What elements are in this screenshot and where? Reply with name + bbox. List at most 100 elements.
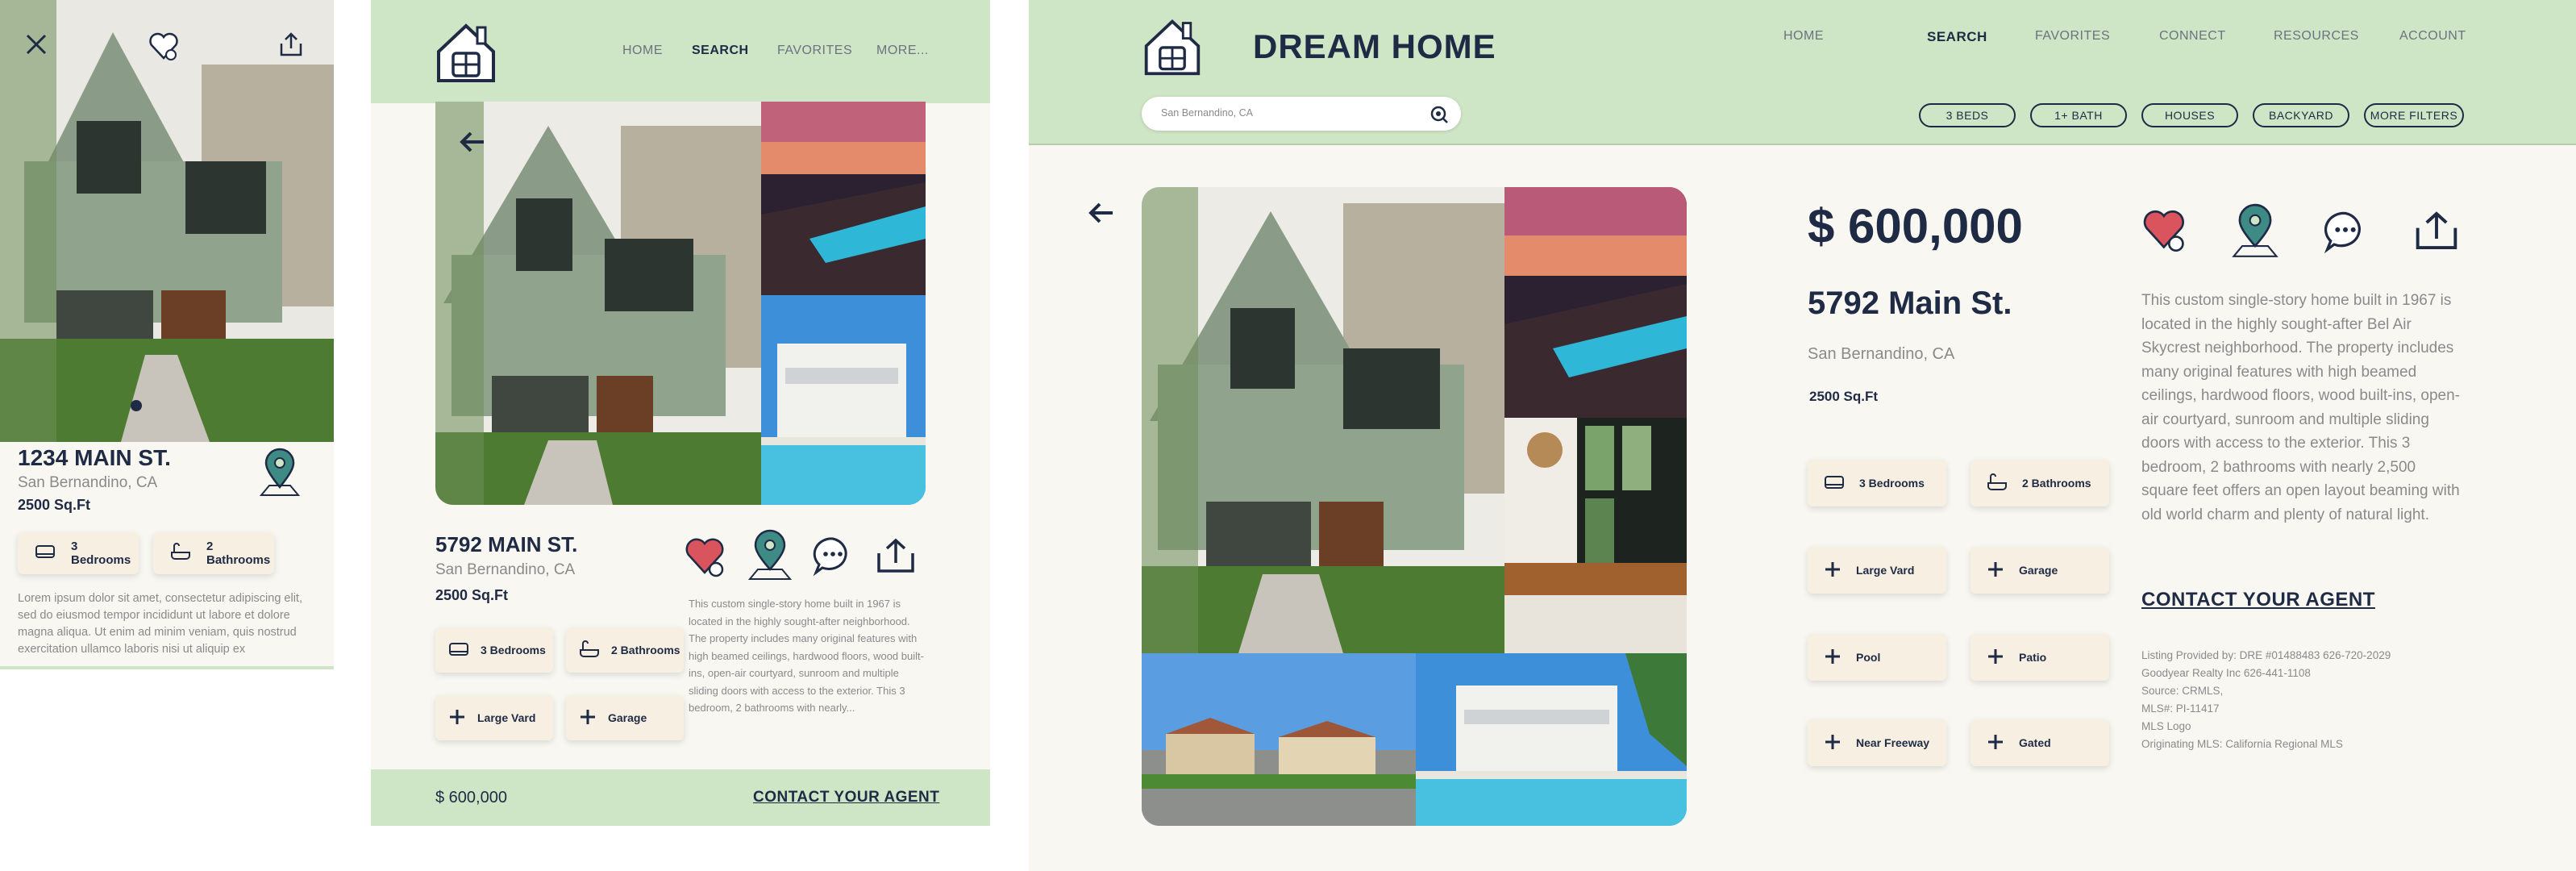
feature-label: 3 Bedrooms	[1859, 477, 1925, 490]
house-logo-icon[interactable]	[1142, 15, 1203, 79]
tablet-panel: HOME SEARCH FAVORITES MORE... 5792 MAIN …	[371, 0, 990, 826]
tablet-footer: $ 600,000 CONTACT YOUR AGENT	[371, 769, 990, 826]
mobile-feature-bedrooms: 3 Bedrooms	[18, 532, 139, 574]
bed-icon	[448, 640, 469, 661]
tablet-nav-search[interactable]: SEARCH	[692, 44, 749, 58]
desktop-price: $ 600,000	[1808, 199, 2023, 253]
feature-label: Pool	[1856, 651, 1881, 664]
feature-label: 2 Bathrooms	[2022, 477, 2091, 490]
feature-label: Garage	[608, 711, 647, 724]
back-arrow-icon[interactable]	[456, 126, 489, 158]
mobile-city: San Bernandino, CA	[18, 474, 158, 491]
plus-icon	[1987, 733, 2004, 753]
desktop-panel: DREAM HOME HOME SEARCH FAVORITES CONNECT…	[1029, 0, 2576, 871]
plus-icon	[579, 708, 597, 728]
filter-pill-beds[interactable]: 3 BEDS	[1919, 103, 2016, 127]
search-icon[interactable]	[1429, 104, 1450, 125]
mobile-hero-photo[interactable]	[0, 0, 334, 442]
feature-label: 2 Bathrooms	[611, 644, 680, 656]
map-pin-icon[interactable]	[258, 447, 302, 498]
plus-icon	[1824, 733, 1841, 753]
feature-label: Patio	[2019, 651, 2047, 664]
feature-label: Large Vard	[1856, 564, 1915, 577]
desktop-share-icon[interactable]	[2412, 208, 2461, 253]
desktop-nav-search[interactable]: SEARCH	[1927, 29, 1987, 45]
mobile-description: Lorem ipsum dolor sit amet, consectetur …	[18, 592, 302, 656]
brand-title[interactable]: DREAM HOME	[1253, 27, 1496, 66]
tablet-feature-large-yard: Large Vard	[435, 695, 553, 740]
mobile-panel: 1234 MAIN ST. San Bernandino, CA 2500 Sq…	[0, 0, 334, 669]
tablet-map-pin-icon[interactable]	[747, 529, 793, 582]
tablet-gallery[interactable]	[435, 102, 926, 505]
desktop-feature-bathrooms: 2 Bathrooms	[1970, 460, 2109, 506]
search-bar[interactable]: San Bernandino, CA	[1142, 97, 1461, 131]
desktop-contact-agent-link[interactable]: CONTACT YOUR AGENT	[2141, 589, 2375, 611]
search-input[interactable]: San Bernandino, CA	[1161, 107, 1253, 119]
tablet-chat-icon[interactable]	[811, 534, 855, 577]
desktop-nav-account[interactable]: ACCOUNT	[2399, 29, 2466, 44]
desktop-nav-home[interactable]: HOME	[1783, 29, 1824, 44]
desktop-map-pin-icon[interactable]	[2230, 203, 2280, 260]
close-icon[interactable]	[24, 32, 48, 56]
filter-pill-more[interactable]: MORE FILTERS	[2364, 103, 2464, 127]
house-photo-art	[0, 0, 334, 442]
bathtub-icon	[1987, 473, 2008, 494]
filter-pill-houses[interactable]: HOUSES	[2141, 103, 2238, 127]
feature-label: Near Freeway	[1856, 736, 1930, 749]
desktop-main-photo	[1142, 187, 1504, 653]
plus-icon	[1824, 648, 1841, 668]
tablet-nav-more[interactable]: MORE...	[876, 44, 929, 58]
tablet-city: San Bernandino, CA	[435, 561, 576, 578]
tablet-pool-house-photo	[761, 295, 926, 505]
house-logo-icon[interactable]	[434, 19, 498, 85]
filter-pill-bath[interactable]: 1+ BATH	[2030, 103, 2127, 127]
tablet-feature-garage: Garage	[566, 695, 684, 740]
tablet-main-photo	[435, 102, 761, 505]
desktop-favorite-icon[interactable]	[2141, 203, 2190, 256]
tablet-description: This custom single-story home built in 1…	[689, 598, 924, 714]
carousel-dot[interactable]	[131, 400, 142, 411]
filter-pill-backyard[interactable]: BACKYARD	[2253, 103, 2349, 127]
desktop-header: DREAM HOME HOME SEARCH FAVORITES CONNECT…	[1029, 0, 2576, 145]
mobile-sqft: 2500 Sq.Ft	[18, 497, 91, 513]
tablet-title: 5792 MAIN ST.	[435, 532, 578, 556]
feature-label: Large Vard	[477, 711, 536, 724]
desktop-nav-favorites[interactable]: FAVORITES	[2035, 29, 2110, 44]
desktop-neighborhood-photo	[1142, 653, 1416, 826]
bed-icon	[34, 543, 56, 564]
tablet-favorite-icon[interactable]	[684, 532, 729, 581]
tablet-sqft: 2500 Sq.Ft	[435, 587, 509, 603]
tablet-price: $ 600,000	[435, 789, 507, 806]
desktop-pool-house-photo	[1416, 653, 1687, 826]
listing-info: Listing Provided by: DRE #01488483 626-7…	[2141, 647, 2464, 753]
desktop-feature-bedrooms: 3 Bedrooms	[1808, 460, 1946, 506]
feature-label: 2 Bathrooms	[206, 540, 271, 567]
tablet-share-icon[interactable]	[874, 536, 918, 576]
listing-line: MLS#: PI-11417	[2141, 702, 2220, 715]
tablet-feature-bedrooms: 3 Bedrooms	[435, 627, 553, 673]
plus-icon	[448, 708, 466, 728]
mobile-bottom-divider	[0, 666, 334, 669]
tablet-nav-favorites[interactable]: FAVORITES	[777, 44, 852, 58]
listing-line: Listing Provided by: DRE #01488483 626-7…	[2141, 649, 2391, 661]
tablet-nav-home[interactable]: HOME	[622, 44, 663, 58]
desktop-gallery[interactable]	[1142, 187, 1687, 826]
mobile-feature-bathrooms: 2 Bathrooms	[153, 532, 274, 574]
desktop-chat-icon[interactable]	[2322, 208, 2369, 255]
feature-label: Garage	[2019, 564, 2058, 577]
bathtub-icon	[169, 543, 192, 564]
listing-line: Goodyear Realty Inc 626-441-1108	[2141, 667, 2311, 679]
tablet-contact-agent-link[interactable]: CONTACT YOUR AGENT	[753, 789, 939, 806]
desktop-pool-sunset-photo	[1504, 187, 1687, 418]
bed-icon	[1824, 473, 1845, 494]
back-arrow-icon[interactable]	[1085, 197, 1117, 229]
plus-icon	[1987, 648, 2004, 668]
mobile-title: 1234 MAIN ST.	[18, 445, 171, 470]
plus-icon	[1987, 561, 2004, 581]
favorite-icon[interactable]	[147, 29, 181, 63]
desktop-nav-connect[interactable]: CONNECT	[2159, 29, 2226, 44]
share-icon[interactable]	[277, 31, 305, 58]
desktop-nav-resources[interactable]: RESOURCES	[2274, 29, 2359, 44]
desktop-city: San Bernandino, CA	[1808, 345, 1955, 363]
listing-line: MLS Logo	[2141, 720, 2191, 732]
